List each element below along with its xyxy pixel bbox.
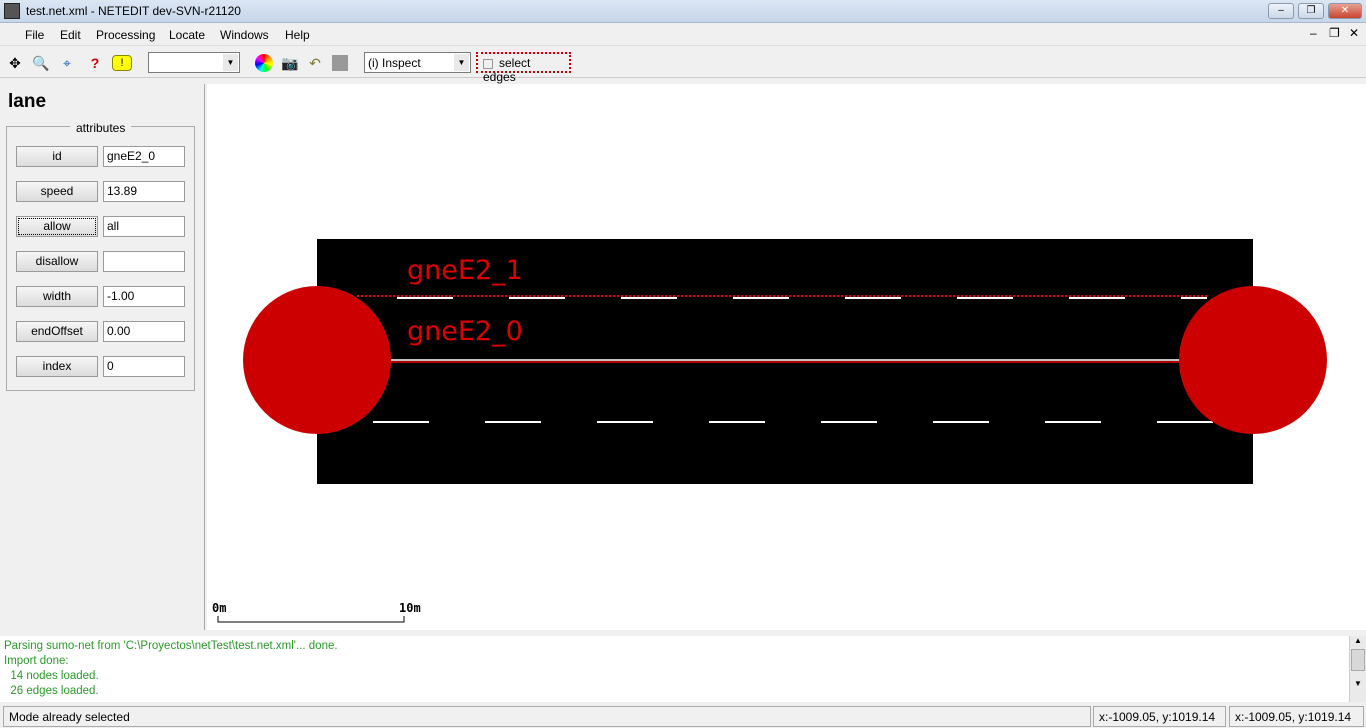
menu-help[interactable]: Help — [285, 28, 310, 42]
status-coords-1: x:-1009.05, y:1019.14 — [1093, 706, 1226, 727]
window-title: test.net.xml - NETEDIT dev-SVN-r21120 — [26, 4, 241, 18]
attr-allow-input[interactable]: all — [103, 216, 185, 237]
app-icon — [4, 3, 20, 19]
attr-width-input[interactable]: -1.00 — [103, 286, 185, 307]
close-button[interactable]: ✕ — [1328, 3, 1362, 19]
menu-windows[interactable]: Windows — [220, 28, 269, 42]
scale-bar — [217, 616, 405, 623]
zoom-icon[interactable]: 🔍 — [31, 53, 51, 73]
menu-processing[interactable]: Processing — [96, 28, 155, 42]
restore-button[interactable]: ❐ — [1298, 3, 1324, 19]
menu-file[interactable]: File — [25, 28, 44, 42]
panel-title: lane — [8, 91, 47, 112]
attr-disallow-button[interactable]: disallow — [16, 251, 98, 272]
screenshot-icon[interactable]: 📷 — [280, 53, 300, 73]
locate-icon[interactable]: ⌖ — [57, 53, 77, 73]
attr-speed-button[interactable]: speed — [16, 181, 98, 202]
checkbox-icon[interactable] — [483, 58, 493, 69]
attr-endOffset-button[interactable]: endOffset — [16, 321, 98, 342]
menu-edit[interactable]: Edit — [60, 28, 81, 42]
help-icon[interactable]: ? — [85, 53, 105, 73]
menu-locate[interactable]: Locate — [169, 28, 205, 42]
attr-index-button[interactable]: index — [16, 356, 98, 377]
color-wheel-icon[interactable] — [255, 54, 273, 72]
select-edges-checkbox[interactable]: select edges — [476, 52, 571, 84]
chevron-down-icon: ▼ — [223, 54, 238, 71]
mdi-minimize-icon[interactable]: ‒ — [1310, 26, 1317, 40]
menu-bar: File Edit Processing Locate Windows Help… — [0, 24, 1366, 46]
attr-endOffset-input[interactable]: 0.00 — [103, 321, 185, 342]
scroll-down-icon[interactable]: ▼ — [1350, 679, 1366, 688]
log-scrollbar[interactable]: ▲ ▼ — [1349, 636, 1366, 702]
junction-left[interactable] — [243, 286, 391, 434]
color-scheme-combo[interactable]: ▼ — [148, 52, 240, 73]
inspector-panel: lane attributes id gneE2_0 speed 13.89 all… — [0, 84, 205, 630]
mode-select[interactable]: (i) Inspect ▼ — [364, 52, 471, 73]
attr-id-button[interactable]: id — [16, 146, 98, 167]
attr-index-input[interactable]: 0 — [103, 356, 185, 377]
network-canvas[interactable]: gneE2_1 gneE2_0 0m 10m — [207, 84, 1366, 630]
undo-icon[interactable]: ↶ — [305, 53, 325, 73]
minimize-button[interactable]: ‒ — [1268, 3, 1294, 19]
attributes-group-label: attributes — [70, 121, 132, 135]
tooltip-icon[interactable]: ! — [112, 55, 132, 71]
mdi-close-icon[interactable]: ✕ — [1349, 26, 1359, 40]
log-line: Parsing sumo-net from 'C:\Proyectos\netT… — [4, 640, 338, 652]
title-bar: test.net.xml - NETEDIT dev-SVN-r21120 ‒ … — [0, 0, 1366, 23]
scale-end: 10m — [399, 601, 421, 615]
scroll-thumb[interactable] — [1351, 649, 1365, 671]
recenter-icon[interactable]: ✥ — [5, 53, 25, 73]
attr-speed-input[interactable]: 13.89 — [103, 181, 185, 202]
status-coords-2: x:-1009.05, y:1019.14 — [1229, 706, 1364, 727]
status-message: Mode already selected — [3, 706, 1091, 727]
mdi-restore-icon[interactable]: ❐ — [1329, 26, 1340, 40]
network-view[interactable]: gneE2_1 gneE2_0 0m 10m — [207, 84, 1366, 630]
attr-disallow-input[interactable] — [103, 251, 185, 272]
chevron-down-icon: ▼ — [454, 54, 469, 71]
message-log[interactable]: Parsing sumo-net from 'C:\Proyectos\netT… — [0, 636, 1366, 702]
log-line: Import done: — [4, 655, 69, 667]
attr-width-button[interactable]: width — [16, 286, 98, 307]
lane-label-0: gneE2_0 — [407, 316, 523, 347]
junction-right[interactable] — [1179, 286, 1327, 434]
attr-id-input[interactable]: gneE2_0 — [103, 146, 185, 167]
attr-allow-button[interactable]: allow — [16, 216, 98, 237]
status-bar: Mode already selected x:-1009.05, y:1019… — [0, 704, 1366, 728]
lane-label-1: gneE2_1 — [407, 255, 523, 286]
scroll-up-icon[interactable]: ▲ — [1350, 636, 1366, 645]
redo-icon[interactable] — [332, 55, 348, 71]
log-line: 26 edges loaded. — [4, 685, 99, 697]
log-line: 14 nodes loaded. — [4, 670, 99, 682]
scale-start: 0m — [212, 601, 226, 615]
